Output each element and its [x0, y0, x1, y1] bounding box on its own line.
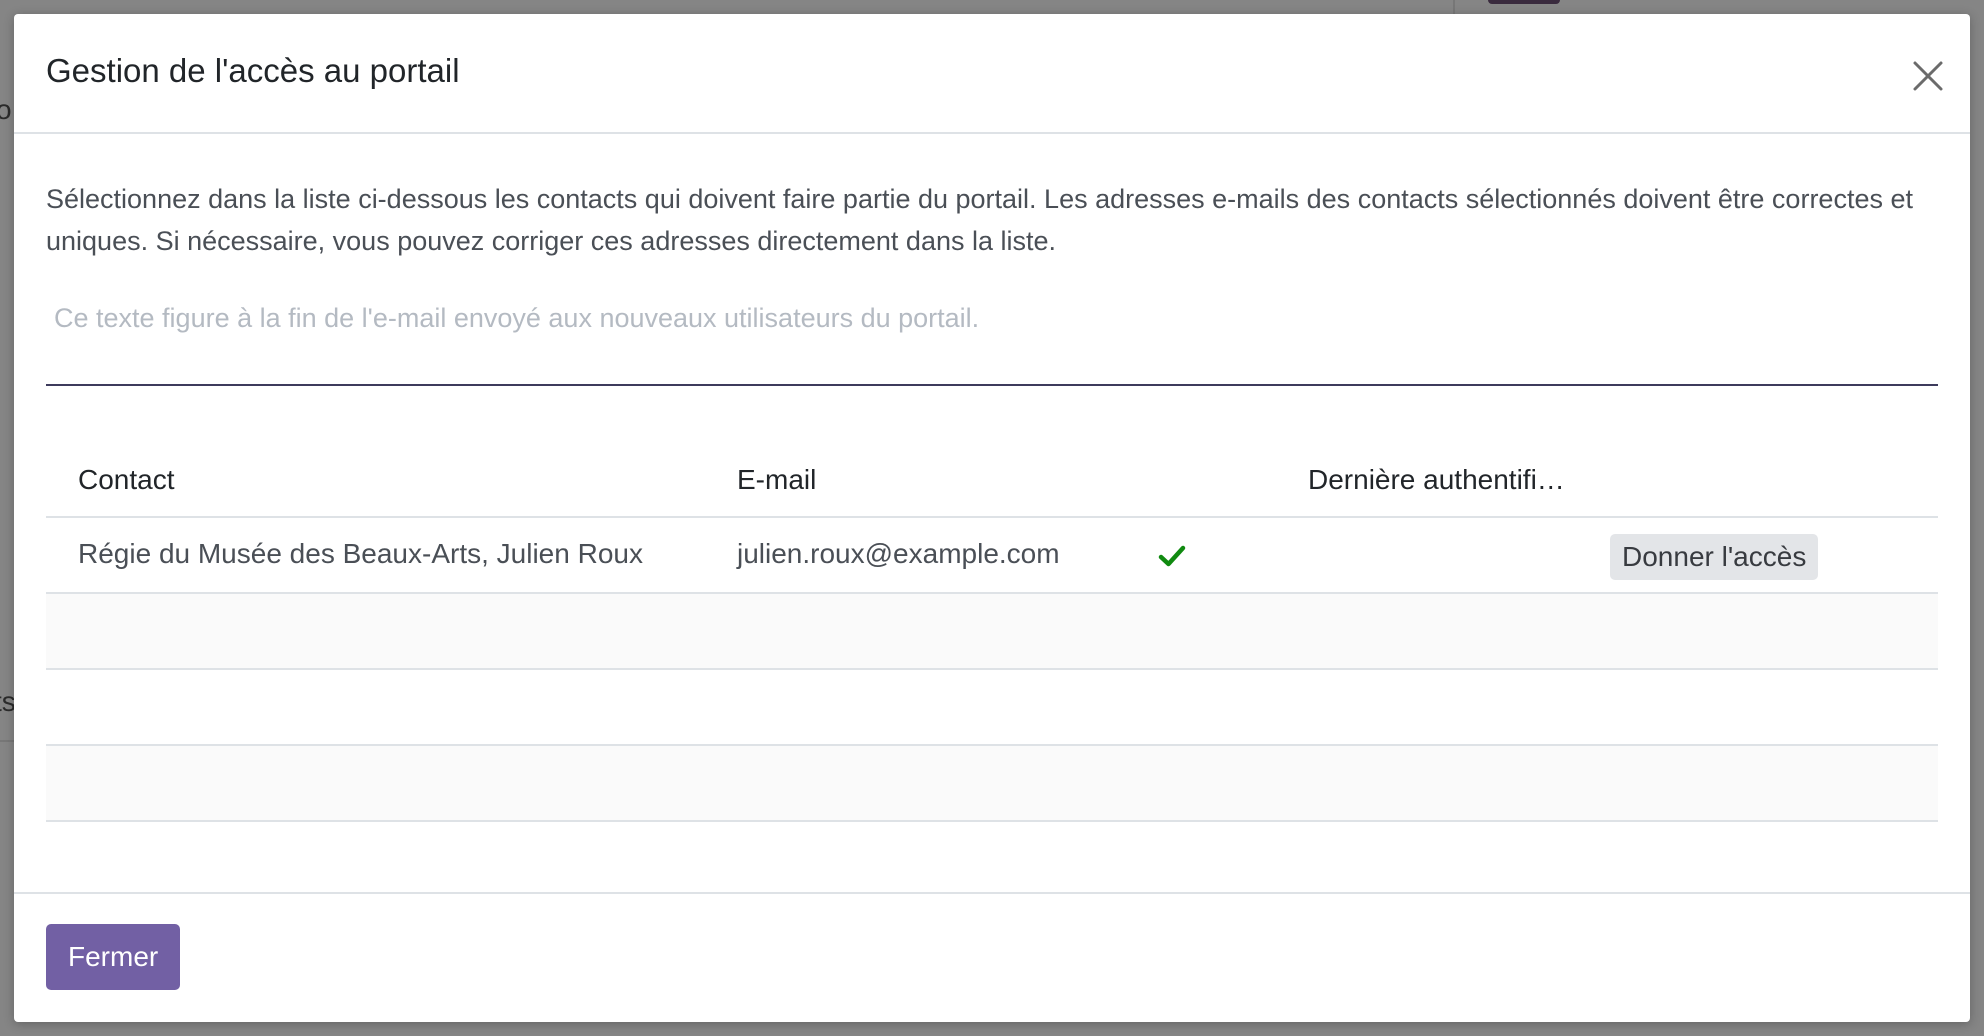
- close-icon[interactable]: [1904, 52, 1952, 100]
- table-row[interactable]: Régie du Musée des Beaux-Arts, Julien Ro…: [46, 518, 1938, 594]
- table-row-empty: [46, 670, 1938, 746]
- welcome-message-input[interactable]: [46, 296, 1938, 386]
- background-divider: [0, 740, 14, 742]
- dialog-header: Gestion de l'accès au portail: [14, 14, 1970, 134]
- column-header-contact[interactable]: Contact: [78, 464, 175, 496]
- dialog-title: Gestion de l'accès au portail: [46, 52, 460, 89]
- dialog-intro-text: Sélectionnez dans la liste ci-dessous le…: [46, 184, 1913, 256]
- background-text-fragment: o: [0, 94, 12, 125]
- grant-access-button[interactable]: Donner l'accès: [1610, 534, 1819, 580]
- column-header-email[interactable]: E-mail: [737, 464, 816, 496]
- check-icon: [1158, 542, 1186, 570]
- table-header: Contact E-mail Dernière authentifi…: [46, 442, 1938, 518]
- table-row-empty: [46, 594, 1938, 670]
- contact-cell[interactable]: Régie du Musée des Beaux-Arts, Julien Ro…: [78, 538, 643, 570]
- close-button[interactable]: Fermer: [46, 924, 181, 990]
- portal-access-dialog: Gestion de l'accès au portail Sélectionn…: [14, 14, 1970, 1022]
- email-cell[interactable]: julien.roux@example.com: [737, 538, 1060, 570]
- portal-users-table: Contact E-mail Dernière authentifi… Régi…: [46, 442, 1938, 822]
- background-divider: [1453, 0, 1455, 14]
- table-row-empty: [46, 746, 1938, 822]
- column-header-last-login[interactable]: Dernière authentifi…: [1308, 464, 1565, 496]
- dialog-footer: Fermer: [14, 892, 1970, 1022]
- background-tab-indicator: [1488, 0, 1560, 4]
